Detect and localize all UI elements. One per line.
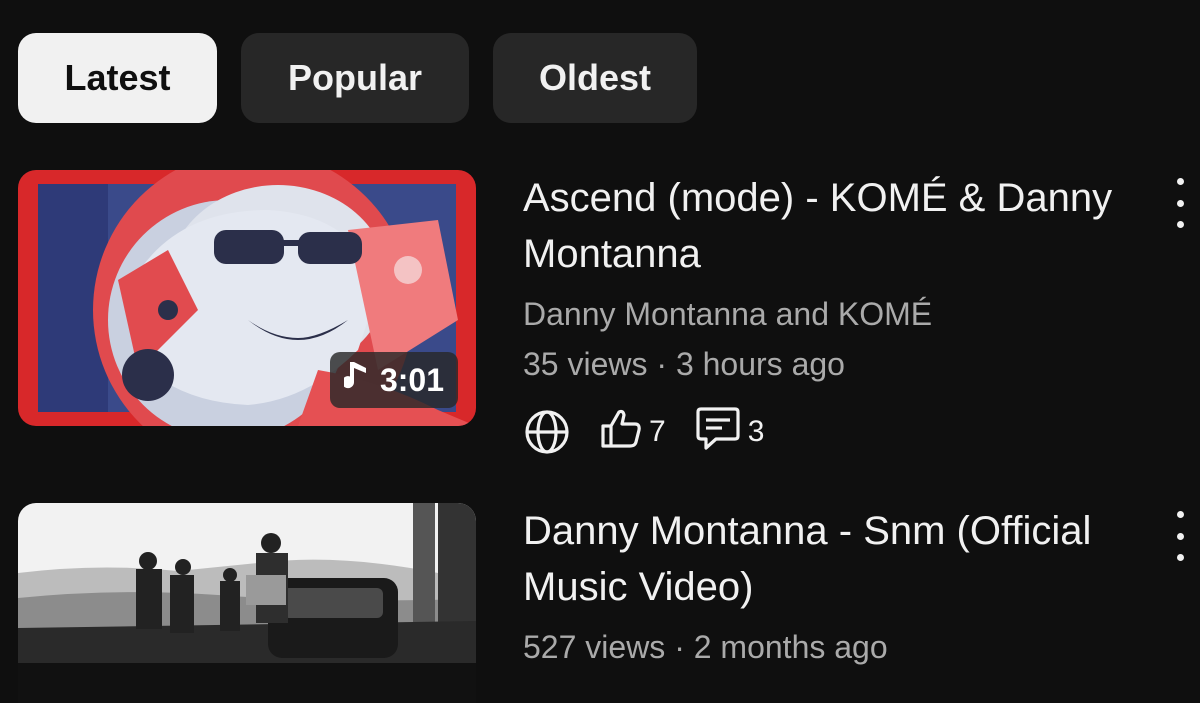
view-count: 527 views — [523, 629, 666, 665]
video-stats: 7 3 — [523, 404, 1143, 460]
video-meta: 527 views · 2 months ago — [523, 625, 1143, 669]
video-meta: 35 views · 3 hours ago — [523, 342, 1143, 386]
more-options-icon[interactable] — [1170, 178, 1190, 228]
meta-separator: · — [656, 346, 668, 382]
video-title[interactable]: Ascend (mode) - KOMÉ & Danny Montanna — [523, 170, 1143, 282]
video-info: Ascend (mode) - KOMÉ & Danny Montanna Da… — [523, 170, 1143, 460]
chip-latest[interactable]: Latest — [18, 33, 217, 123]
duration-badge: 3:01 — [329, 352, 458, 408]
comment-count: 3 — [747, 415, 765, 448]
meta-separator: · — [674, 629, 685, 665]
sort-chips: Latest Popular Oldest — [18, 33, 697, 123]
video-info: Danny Montanna - Snm (Official Music Vid… — [523, 503, 1143, 669]
video-thumbnail[interactable]: 3:01 — [18, 170, 476, 426]
view-count: 35 views — [523, 346, 648, 382]
likes[interactable]: 7 — [597, 404, 666, 460]
chip-popular[interactable]: Popular — [241, 33, 469, 123]
thumbs-up-icon — [597, 404, 645, 460]
like-count: 7 — [649, 415, 666, 448]
channel-name[interactable]: Danny Montanna and KOMÉ — [523, 292, 1143, 336]
chip-oldest[interactable]: Oldest — [493, 33, 697, 123]
comments[interactable]: 3 — [692, 404, 765, 460]
more-options-icon[interactable] — [1170, 511, 1190, 561]
globe-icon — [523, 408, 571, 456]
video-title[interactable]: Danny Montanna - Snm (Official Music Vid… — [523, 503, 1143, 615]
duration-text: 3:01 — [379, 361, 444, 398]
comment-icon — [692, 404, 744, 460]
thumbnail-image — [18, 503, 476, 703]
upload-age: 3 hours ago — [675, 346, 845, 382]
video-thumbnail[interactable] — [18, 503, 476, 703]
upload-age: 2 months ago — [693, 629, 888, 665]
music-note-icon — [341, 360, 370, 400]
